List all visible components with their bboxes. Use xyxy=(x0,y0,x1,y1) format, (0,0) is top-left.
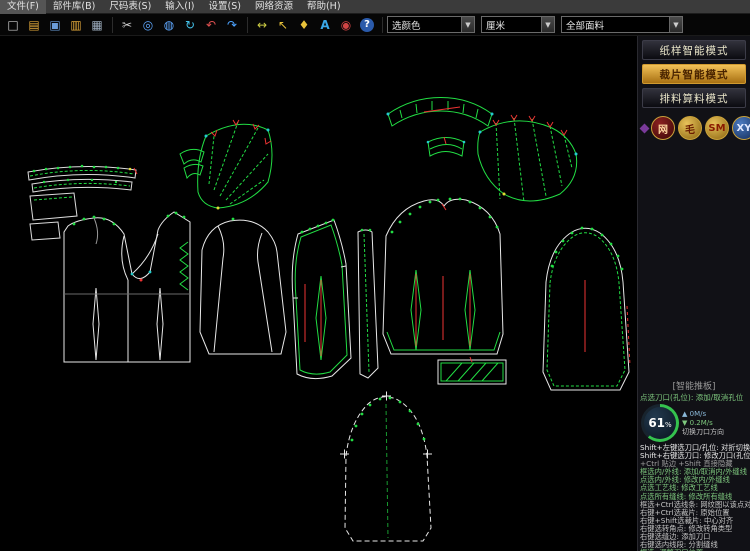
unit-select[interactable]: 厘米 ▼ xyxy=(481,16,555,33)
help-icon-glyph: ? xyxy=(360,18,374,32)
menu-item-network-resources[interactable]: 网络资源 xyxy=(248,0,300,14)
badge-row: 网 毛 SM XY xyxy=(640,116,750,140)
diamond-icon xyxy=(640,123,650,133)
piece-collar-under[interactable] xyxy=(32,179,132,192)
side-panel: 纸样智能模式 裁片智能模式 排料算料模式 网 毛 SM XY [智能推板] 点选… xyxy=(637,36,750,551)
menu-item-file[interactable]: 文件(F) xyxy=(0,0,46,14)
piece-waistband[interactable] xyxy=(28,165,137,180)
menu-item-help[interactable]: 帮助(H) xyxy=(300,0,348,14)
menu-item-settings[interactable]: 设置(S) xyxy=(202,0,248,14)
app-window: 文件(F) 部件库(B) 尺码表(S) 输入(I) 设置(S) 网络资源 帮助(… xyxy=(0,0,750,551)
menu-item-size-table[interactable]: 尺码表(S) xyxy=(102,0,158,14)
badge-xy[interactable]: XY xyxy=(732,116,750,140)
toolbar-separator xyxy=(112,17,113,33)
menu-item-input[interactable]: 输入(I) xyxy=(158,0,201,14)
import-icon[interactable]: ▥ xyxy=(66,15,86,34)
status-title: [智能推板] xyxy=(638,382,750,393)
color-select[interactable]: 选颜色 ▼ xyxy=(387,16,475,33)
save-icon[interactable]: ▣ xyxy=(45,15,65,34)
piece-sleeve-block[interactable] xyxy=(200,218,286,354)
upload-speed: 0M/s xyxy=(690,410,707,418)
toolbar-separator xyxy=(382,17,383,33)
zoom-out-icon[interactable]: ◍ xyxy=(159,15,179,34)
toolbar: □ ▤ ▣ ▥ ▦ ✂ ◎ ◍ ↻ ↶ ↷ ↔ ↖ ♦ A ◉ ? 选颜色 ▼ … xyxy=(0,14,750,36)
download-speed: 0.2M/s xyxy=(690,419,713,427)
speed-percent-value: 61 xyxy=(648,416,665,430)
help-icon[interactable]: ? xyxy=(357,15,377,34)
badge-net[interactable]: 网 xyxy=(651,116,675,140)
menu-item-parts-library[interactable]: 部件库(B) xyxy=(46,0,102,14)
status-hint-secondary: 切换刀口方向 xyxy=(682,428,724,437)
shortcut-hint-list: Shift+左键选刀口/孔位: 对折切换 Shift+右键选刀口: 修改刀口(孔… xyxy=(638,444,750,551)
fabric-select[interactable]: 全部面料 ▼ xyxy=(561,16,683,33)
piece-collar-stand[interactable] xyxy=(427,137,466,156)
open-folder-icon[interactable]: ▤ xyxy=(24,15,44,34)
network-speed-ball[interactable]: 61% xyxy=(641,404,679,442)
piece-flounce-right[interactable] xyxy=(478,115,578,202)
status-area: [智能推板] 点选刀口(孔位): 添加/取消孔位 61% ▲ 0M/s ▼ 0.… xyxy=(638,380,750,551)
chevron-down-icon: ▼ xyxy=(461,17,474,32)
film-icon[interactable]: ◉ xyxy=(336,15,356,34)
print-icon[interactable]: ▦ xyxy=(87,15,107,34)
piece-pocket-flap[interactable] xyxy=(30,193,77,220)
piece-vest-front[interactable] xyxy=(292,219,351,379)
bell-icon[interactable]: ♦ xyxy=(294,15,314,34)
new-file-icon[interactable]: □ xyxy=(3,15,23,34)
toolbar-separator xyxy=(247,17,248,33)
undo-icon[interactable]: ↶ xyxy=(201,15,221,34)
speed-readings: ▲ 0M/s ▼ 0.2M/s 切换刀口方向 xyxy=(682,410,724,437)
redo-icon[interactable]: ↷ xyxy=(222,15,242,34)
piece-vest-back[interactable] xyxy=(383,198,503,354)
badge-wool[interactable]: 毛 xyxy=(678,116,702,140)
badge-sm[interactable]: SM xyxy=(705,116,729,140)
text-tool-icon[interactable]: A xyxy=(315,15,335,34)
chevron-down-icon: ▼ xyxy=(541,17,554,32)
mode-button-marker[interactable]: 排料算料模式 xyxy=(642,88,746,108)
download-arrow-icon: ▼ xyxy=(682,419,687,427)
chevron-down-icon: ▼ xyxy=(669,17,682,32)
pattern-canvas[interactable] xyxy=(0,36,637,551)
speed-percent: 61% xyxy=(644,407,676,439)
cut-icon[interactable]: ✂ xyxy=(117,15,137,34)
piece-sleeve-bottom[interactable] xyxy=(340,392,432,542)
piece-flounce-left[interactable] xyxy=(198,120,272,210)
mode-button-pattern[interactable]: 纸样智能模式 xyxy=(642,40,746,60)
piece-collar-band[interactable] xyxy=(387,98,494,127)
mode-button-piece[interactable]: 裁片智能模式 xyxy=(642,64,746,84)
piece-interfacing[interactable] xyxy=(438,357,506,384)
color-select-value: 选颜色 xyxy=(388,18,461,32)
fabric-select-value: 全部面料 xyxy=(562,18,669,32)
status-hint-primary: 点选刀口(孔位): 添加/取消孔位 xyxy=(638,393,750,402)
speed-ball-row: 61% ▲ 0M/s ▼ 0.2M/s 切换刀口方向 xyxy=(638,402,750,444)
upload-arrow-icon: ▲ xyxy=(682,410,687,418)
pan-icon[interactable]: ↔ xyxy=(252,15,272,34)
unit-select-value: 厘米 xyxy=(482,18,541,32)
zoom-in-icon[interactable]: ◎ xyxy=(138,15,158,34)
piece-bodice-draft[interactable] xyxy=(64,212,190,362)
speed-percent-unit: % xyxy=(665,421,672,429)
menu-bar: 文件(F) 部件库(B) 尺码表(S) 输入(I) 设置(S) 网络资源 帮助(… xyxy=(0,0,750,14)
refresh-icon[interactable]: ↻ xyxy=(180,15,200,34)
piece-sleeve-right[interactable] xyxy=(543,227,630,390)
piece-front-facing[interactable] xyxy=(358,229,378,378)
piece-tab[interactable] xyxy=(30,222,60,240)
cursor-icon[interactable]: ↖ xyxy=(273,15,293,34)
